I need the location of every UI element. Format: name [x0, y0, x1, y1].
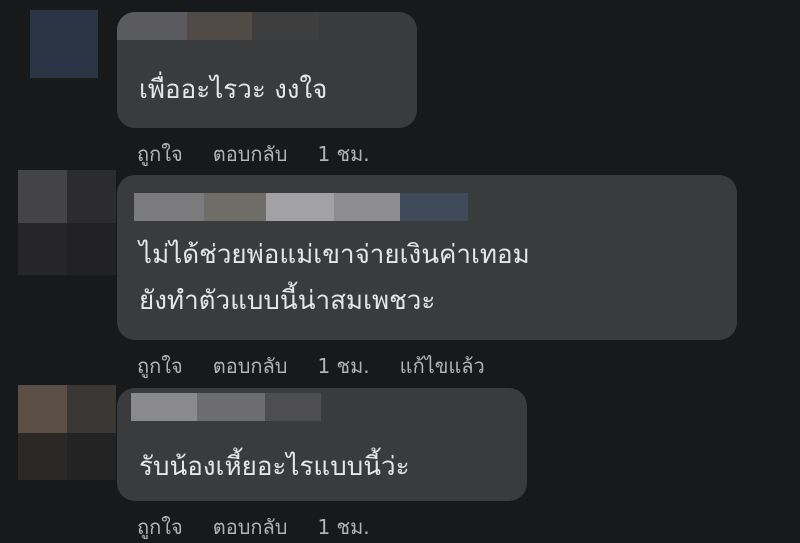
avatar[interactable]: [18, 170, 116, 275]
like-link[interactable]: ถูกใจ: [137, 511, 183, 543]
comment-bubble: ไม่ได้ช่วยพ่อแม่เขาจ่ายเงินค่าเทอม ยังทำ…: [117, 175, 737, 340]
comment-actions: ถูกใจ ตอบกลับ 1 ชม.: [137, 138, 400, 170]
like-link[interactable]: ถูกใจ: [137, 138, 183, 170]
like-link[interactable]: ถูกใจ: [137, 350, 183, 382]
author-name[interactable]: [134, 193, 468, 221]
comment-text-line-2: ยังทำตัวแบบนี้น่าสมเพชวะ: [139, 286, 436, 316]
comment-text: รับน้องเหี้ยอะไรแบบนี้ว่ะ: [139, 452, 410, 482]
reply-link[interactable]: ตอบกลับ: [213, 138, 288, 170]
comment-bubble: รับน้องเหี้ยอะไรแบบนี้ว่ะ: [117, 388, 527, 501]
comment-text-line-1: ไม่ได้ช่วยพ่อแม่เขาจ่ายเงินค่าเทอม: [139, 240, 530, 270]
author-name[interactable]: [117, 12, 319, 40]
comment-bubble: เพื่ออะไรวะ งงใจ: [117, 12, 417, 128]
timestamp[interactable]: 1 ชม.: [317, 350, 369, 382]
timestamp[interactable]: 1 ชม.: [317, 511, 369, 543]
comment-actions: ถูกใจ ตอบกลับ 1 ชม.: [137, 511, 400, 543]
avatar[interactable]: [18, 385, 116, 480]
reply-link[interactable]: ตอบกลับ: [213, 511, 288, 543]
edited-label[interactable]: แก้ไขแล้ว: [400, 350, 485, 382]
comment-actions: ถูกใจ ตอบกลับ 1 ชม. แก้ไขแล้ว: [137, 350, 515, 382]
timestamp[interactable]: 1 ชม.: [317, 138, 369, 170]
avatar[interactable]: [30, 10, 98, 78]
author-name[interactable]: [131, 393, 321, 421]
reply-link[interactable]: ตอบกลับ: [213, 350, 288, 382]
comment-text: เพื่ออะไรวะ งงใจ: [139, 75, 328, 105]
